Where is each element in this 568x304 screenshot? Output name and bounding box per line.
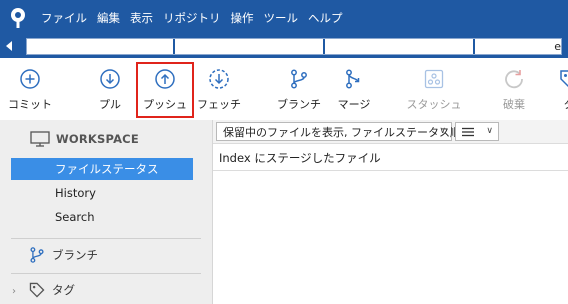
sidebar-item-search[interactable]: Search (11, 206, 193, 228)
file-filter-dropdown[interactable]: 保留中のファイルを表示, ファイルステータス順 ∨ (216, 122, 461, 141)
tag-icon (29, 282, 45, 298)
repository-tab-strip: e (0, 36, 568, 58)
discard-label: 破棄 (503, 98, 525, 111)
repository-tab[interactable] (475, 39, 559, 54)
monitor-icon (30, 131, 50, 147)
menu-bar: ファイル 編集 表示 リポジトリ 操作 ツール ヘルプ (0, 0, 568, 36)
menu-actions[interactable]: 操作 (226, 0, 259, 36)
repository-tab[interactable] (27, 39, 175, 54)
chevron-right-icon[interactable]: › (12, 286, 16, 297)
merge-label: マージ (337, 98, 371, 111)
menu-edit[interactable]: 編集 (92, 0, 125, 36)
toolbar: コミット プル プッシュ フェッチ ブランチ マージ スタッシュ 破棄 (0, 58, 568, 120)
view-mode-dropdown[interactable]: ∨ (455, 122, 499, 141)
filter-bar: 保留中のファイルを表示, ファイルステータス順 ∨ ∨ (213, 120, 568, 144)
pull-label: プル (99, 98, 121, 111)
repository-tab[interactable] (325, 39, 475, 54)
branch-button[interactable]: ブランチ (270, 58, 328, 120)
repository-tabs[interactable]: e (26, 38, 562, 55)
branch-label: ブランチ (277, 98, 321, 111)
chevron-down-icon: ∨ (486, 126, 493, 136)
main-panel: 保留中のファイルを表示, ファイルステータス順 ∨ ∨ Index にステージし… (212, 120, 568, 304)
tag-label: タ (564, 96, 568, 112)
sidebar: WORKSPACE ファイルステータス History Search ブランチ … (0, 120, 212, 304)
sourcetree-logo-icon (0, 0, 36, 36)
sidebar-divider (11, 238, 201, 239)
list-icon (462, 127, 474, 136)
tag-icon (560, 70, 568, 88)
branch-icon (291, 69, 307, 89)
push-highlight-box (136, 62, 194, 118)
repository-tab[interactable] (175, 39, 325, 54)
stash-icon (424, 69, 444, 89)
commit-label: コミット (8, 98, 52, 111)
discard-icon (505, 70, 523, 89)
branches-label: ブランチ (52, 248, 98, 262)
merge-icon (346, 69, 360, 89)
file-filter-value: 保留中のファイルを表示, ファイルステータス順 (223, 125, 461, 139)
fetch-label: フェッチ (197, 98, 241, 111)
workspace-header: WORKSPACE (30, 131, 139, 147)
sidebar-item-file-status[interactable]: ファイルステータス (11, 158, 193, 180)
stash-label: スタッシュ (406, 98, 462, 111)
tab-overflow-text: e (554, 40, 561, 53)
staged-files-header: Index にステージしたファイル (213, 145, 568, 171)
tag-button[interactable]: タ (540, 58, 568, 120)
sidebar-group-branches[interactable]: ブランチ (28, 246, 98, 264)
dashed-arrow-down-circle-icon (209, 69, 229, 89)
tags-label: タグ (52, 283, 75, 297)
scroll-left-icon[interactable] (6, 41, 12, 51)
chevron-down-icon: ∨ (439, 126, 446, 136)
workspace-label: WORKSPACE (56, 132, 139, 146)
branch-icon (30, 247, 44, 263)
menu-repository[interactable]: リポジトリ (158, 0, 226, 36)
merge-button[interactable]: マージ (325, 58, 383, 120)
commit-button[interactable]: コミット (1, 58, 59, 120)
sidebar-item-history[interactable]: History (11, 182, 193, 204)
sidebar-group-tags[interactable]: タグ (28, 281, 75, 299)
stash-button[interactable]: スタッシュ (405, 58, 463, 120)
arrow-down-circle-icon (100, 69, 120, 89)
menu-file[interactable]: ファイル (36, 0, 92, 36)
menu-help[interactable]: ヘルプ (303, 0, 348, 36)
menu-tools[interactable]: ツール (259, 0, 304, 36)
discard-button[interactable]: 破棄 (485, 58, 543, 120)
menu-view[interactable]: 表示 (125, 0, 158, 36)
sidebar-divider (11, 273, 201, 274)
plus-circle-icon (20, 69, 40, 89)
fetch-button[interactable]: フェッチ (190, 58, 248, 120)
pull-button[interactable]: プル (81, 58, 139, 120)
